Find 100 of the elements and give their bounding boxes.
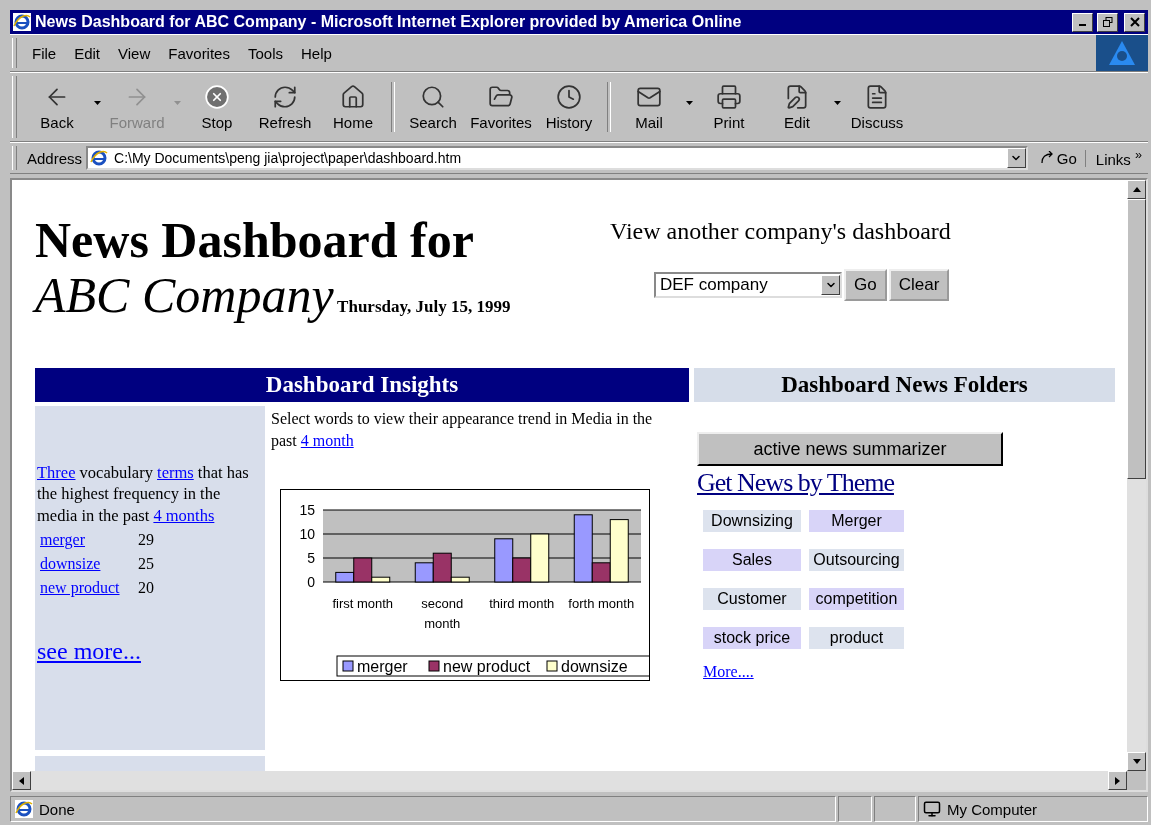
menu-item[interactable]: Edit xyxy=(65,44,110,62)
toolbar-button[interactable]: Edit xyxy=(763,81,831,133)
up-arrow-icon xyxy=(1132,187,1141,192)
minimize-button[interactable] xyxy=(1072,12,1093,32)
toolbar-button[interactable]: Print xyxy=(695,81,763,133)
theme-tag[interactable]: Outsourcing xyxy=(809,549,904,571)
insights-header: Dashboard Insights xyxy=(35,368,689,402)
menu-item[interactable]: Help xyxy=(292,44,341,62)
dropdown-caret-icon[interactable] xyxy=(833,101,841,105)
theme-tag[interactable]: Merger xyxy=(809,510,904,532)
scroll-down-button[interactable] xyxy=(1127,752,1146,771)
links-button[interactable]: Links $^{»}$ xyxy=(1089,148,1148,168)
search-icon xyxy=(420,83,446,110)
scroll-up-button[interactable] xyxy=(1127,180,1146,199)
term-link[interactable]: merger xyxy=(40,528,138,553)
browser-icon xyxy=(15,800,33,818)
legend-label: downsize xyxy=(561,657,628,675)
see-more-link[interactable]: see more... xyxy=(37,636,141,668)
scroll-thumb[interactable] xyxy=(1127,199,1146,479)
refresh-icon xyxy=(272,83,298,110)
axis-tick-label: 15 xyxy=(299,501,315,518)
folders-header: Dashboard News Folders xyxy=(694,368,1115,402)
theme-tag[interactable]: Customer xyxy=(703,588,801,610)
page-title: News Dashboard for xyxy=(35,214,475,267)
browser-icon xyxy=(90,149,109,167)
clock-icon xyxy=(556,83,582,110)
toolbar-button[interactable]: Discuss xyxy=(843,81,911,133)
scroll-right-button[interactable] xyxy=(1108,771,1127,790)
restore-icon xyxy=(1102,17,1113,27)
vocabulary-sentence: Three vocabulary terms that has the highest frequency in the media in the past 4 months xyxy=(37,462,250,527)
toolbar-button[interactable]: Favorites xyxy=(467,81,535,133)
dropdown-caret-icon[interactable] xyxy=(93,101,101,105)
trend-sentence: Select words to view their appearance trend in Media in the past 4 month xyxy=(271,409,654,452)
text-link[interactable]: terms xyxy=(157,463,194,482)
theme-tag[interactable]: Sales xyxy=(703,549,801,571)
legend-label: merger xyxy=(357,657,409,675)
theme-tag[interactable]: stock price xyxy=(703,627,801,649)
menu-item[interactable]: Favorites xyxy=(159,44,239,62)
edit-icon xyxy=(784,83,810,110)
category-label: forth month xyxy=(568,595,635,611)
document-icon xyxy=(864,83,890,110)
term-link[interactable]: new product xyxy=(40,576,138,601)
dropdown-button[interactable] xyxy=(1006,148,1026,168)
menu-item[interactable]: File xyxy=(23,44,66,62)
computer-icon xyxy=(923,800,941,818)
term-count: 29 xyxy=(138,530,154,551)
go-button[interactable]: Go xyxy=(1031,149,1086,167)
theme-tag[interactable]: product xyxy=(809,627,904,649)
category-label: second month xyxy=(421,595,464,631)
menu-item[interactable]: Tools xyxy=(238,44,292,62)
down-arrow-icon xyxy=(1132,759,1141,764)
go-button[interactable]: Go xyxy=(844,269,887,301)
axis-tick-label: 0 xyxy=(307,573,315,590)
logo-icon xyxy=(1107,39,1137,67)
left-arrow-icon xyxy=(19,776,24,785)
company-select[interactable]: DEF company xyxy=(654,272,842,298)
curved-arrow-icon xyxy=(1039,151,1054,165)
status-text: Done xyxy=(39,800,75,818)
theme-heading-link[interactable]: Get News by Theme xyxy=(697,468,894,498)
right-arrow-icon xyxy=(1115,776,1120,785)
axis-tick-label: 5 xyxy=(307,549,315,566)
text-link[interactable]: 4 months xyxy=(153,505,215,525)
printer-icon xyxy=(716,83,742,110)
summarizer-button[interactable]: active news summarizer xyxy=(697,432,1003,466)
browser-icon xyxy=(13,13,31,31)
toolbar-button[interactable]: Mail xyxy=(615,81,683,133)
month-link[interactable]: 4 month xyxy=(300,432,354,450)
toolbar-button[interactable]: Stop xyxy=(183,81,251,133)
scroll-left-button[interactable] xyxy=(12,771,31,790)
date-text: Thursday, July 15, 1999 xyxy=(337,296,511,316)
toolbar-button[interactable]: Home xyxy=(319,81,387,133)
toolbar-button[interactable]: Back xyxy=(23,81,91,133)
clear-button[interactable]: Clear xyxy=(888,269,950,301)
close-button[interactable] xyxy=(1124,12,1145,32)
toolbar-button[interactable]: Refresh xyxy=(251,81,319,133)
restore-button[interactable] xyxy=(1097,12,1118,32)
axis-tick-label: 10 xyxy=(299,525,315,542)
toolbar-button[interactable]: History xyxy=(535,81,603,133)
dropdown-caret-icon[interactable] xyxy=(685,101,693,105)
term-link[interactable]: downsize xyxy=(40,552,138,577)
category-label: third month xyxy=(489,595,555,611)
address-field[interactable]: C:\My Documents\peng jia\project\paper\dashboard.htm xyxy=(86,146,1028,170)
section-heading: View another company's dashboard xyxy=(610,218,951,245)
term-count: 20 xyxy=(138,578,154,599)
zone-text: My Computer xyxy=(947,800,1038,818)
toolbar-button[interactable]: Search xyxy=(399,81,467,133)
stop-icon xyxy=(204,83,230,110)
category-label: first month xyxy=(332,595,394,611)
legend-label: new product xyxy=(443,657,531,675)
term-count: 25 xyxy=(138,554,154,575)
close-icon xyxy=(1129,17,1140,27)
text-link[interactable]: Three xyxy=(37,463,76,482)
status-pane xyxy=(874,796,916,822)
status-pane xyxy=(838,796,872,822)
menu-item[interactable]: View xyxy=(109,44,160,62)
theme-tag[interactable]: competition xyxy=(809,588,904,610)
window-title: News Dashboard for ABC Company - Microsoft Internet Explorer provided by America Online xyxy=(35,13,743,31)
folder-icon xyxy=(488,83,514,110)
theme-tag[interactable]: Downsizing xyxy=(703,510,801,532)
more-link[interactable]: More.... xyxy=(703,663,754,681)
